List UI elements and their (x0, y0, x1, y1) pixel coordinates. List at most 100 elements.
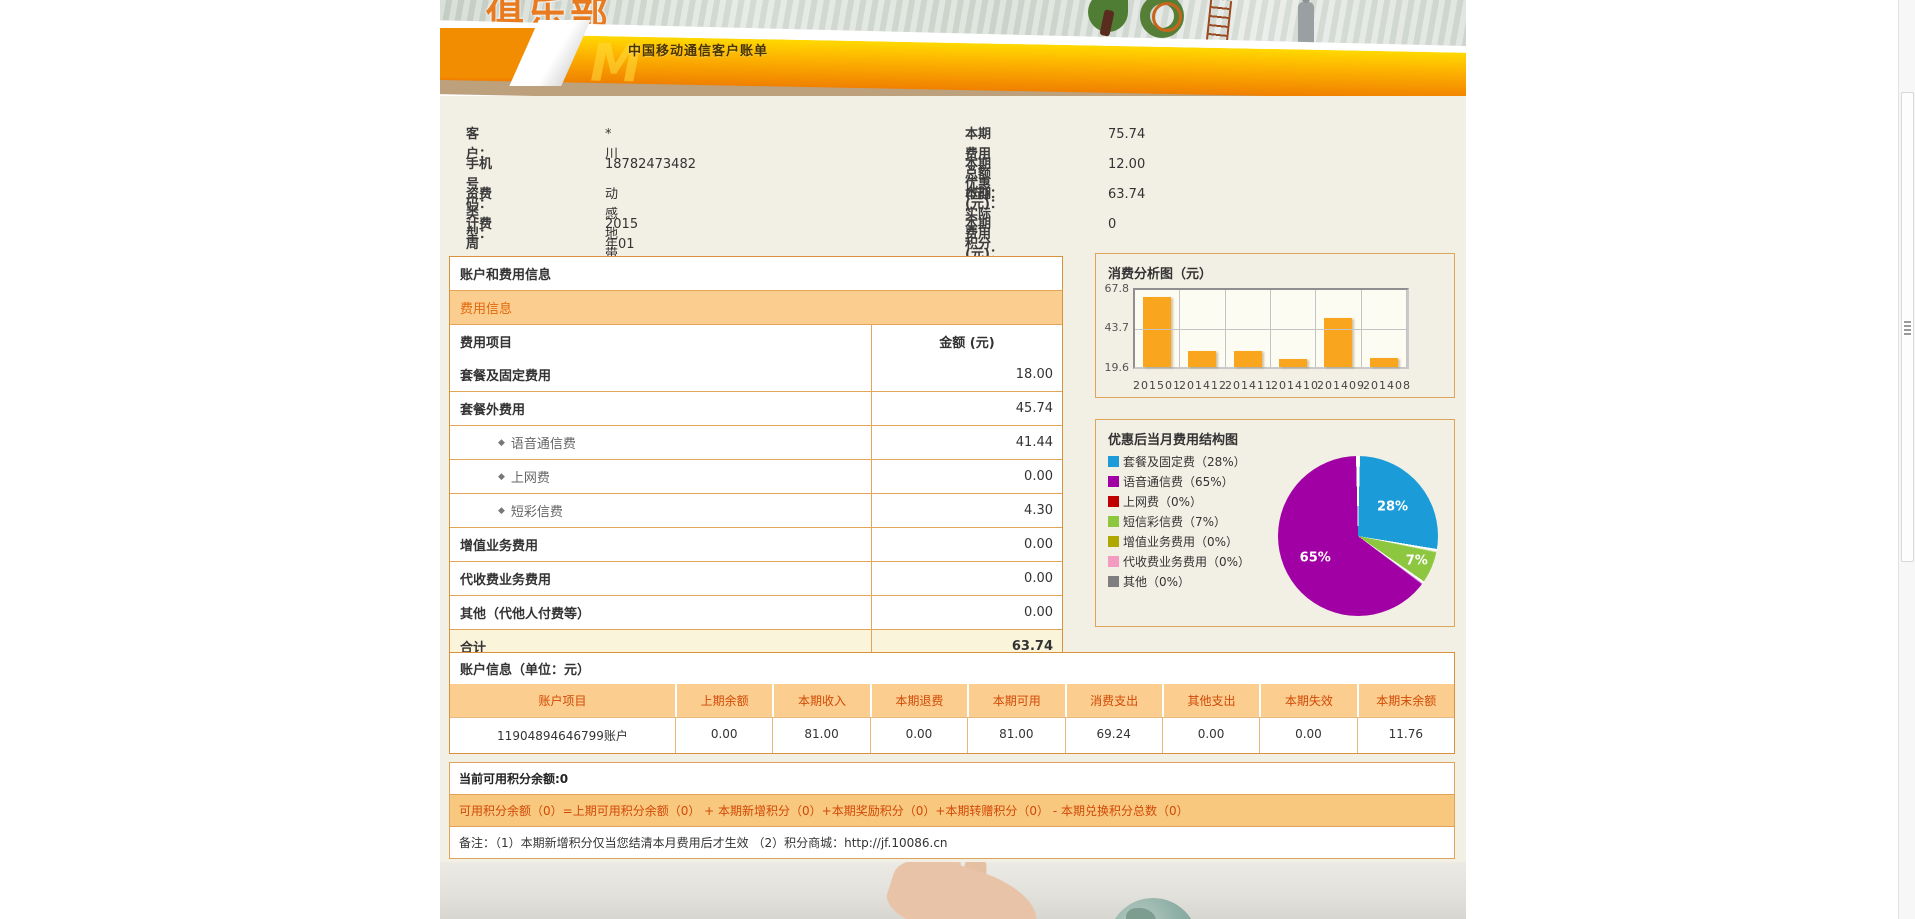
account-cell: 0.00 (1162, 718, 1259, 753)
account-col-header: 本期退费 (870, 684, 967, 717)
bill-content: 俱乐部 M 中国移动通信客户账单 客 户： *川 本期费用总额(元)： 75.7… (440, 0, 1466, 919)
fee-section-header: 账户和费用信息 (450, 257, 1062, 290)
account-cell: 81.00 (967, 718, 1064, 753)
gridline (1135, 329, 1407, 330)
x-axis-tick-label: 201412 (1179, 379, 1225, 392)
account-col-header: 其他支出 (1162, 684, 1259, 717)
legend-item: 代收费业务费用（0%） (1108, 552, 1250, 571)
legend-label: 语音通信费（65%） (1123, 473, 1234, 490)
pie-slice-label: 7% (1406, 554, 1428, 569)
x-axis-tick-label: 201409 (1317, 379, 1363, 392)
legend-swatch-icon (1108, 536, 1119, 547)
legend-item: 语音通信费（65%） (1108, 472, 1250, 491)
pie-slice-label: 65% (1300, 550, 1331, 565)
points-formula-line: 可用积分余额（0）=上期可用积分余额（0） + 本期新增积分（0）+本期奖励积分… (450, 794, 1454, 827)
points-value: 0 (1108, 215, 1116, 235)
fee-item-amount: 0.00 (871, 596, 1062, 629)
fee-row: ◆ 短彩信费 4.30 (450, 493, 1062, 527)
pie-slice-label: 28% (1377, 500, 1408, 515)
account-cell: 0.00 (675, 718, 772, 753)
bar-chart-title: 消费分析图（元） (1108, 263, 1212, 282)
fee-rows: 套餐及固定费用18.00套餐外费用45.74◆语音通信费41.44◆上网费0.0… (450, 358, 1062, 629)
account-col-header: 本期收入 (772, 684, 869, 717)
fee-item-amount: 41.44 (871, 426, 1062, 459)
fee-structure-panel: 优惠后当月费用结构图 套餐及固定费（28%） 语音通信费（65%） 上网费（0%） 短… (1095, 419, 1455, 627)
fee-item-text: 上网费 (511, 467, 550, 486)
account-cell: 81.00 (772, 718, 869, 753)
scrollbar-thumb[interactable] (1901, 92, 1914, 562)
phone-value: 18782473482 (605, 155, 696, 175)
fee-item-name: 套餐外费用 (450, 392, 871, 425)
fee-row: 增值业务费用0.00 (450, 527, 1062, 561)
legend-item: 其他（0%） (1108, 572, 1250, 591)
diamond-bullet-icon: ◆ (498, 472, 505, 482)
legend-swatch-icon (1108, 516, 1119, 527)
account-col-header: 上期余额 (675, 684, 772, 717)
fee-subsection-title: 费用信息 (450, 291, 522, 324)
fee-item-col-header: 费用项目 (450, 325, 871, 358)
hand-shape (881, 862, 1045, 919)
scrollbar-grip-icon (1904, 321, 1911, 337)
bill-page: 俱乐部 M 中国移动通信客户账单 客 户： *川 本期费用总额(元)： 75.7… (0, 0, 1915, 919)
vertical-scrollbar[interactable] (1898, 0, 1915, 919)
fee-section-title: 账户和费用信息 (450, 257, 561, 290)
consumption-chart-panel: 消费分析图（元） 67.843.719.62015012014122014112… (1095, 253, 1455, 398)
points-remark-line: 备注：（1）本期新增积分仅当您结清本月费用后才生效 （2）积分商城：http:/… (450, 827, 1454, 858)
x-axis-tick-label: 201411 (1225, 379, 1271, 392)
account-cell: 0.00 (870, 718, 967, 753)
fee-item-amount: 4.30 (871, 494, 1062, 527)
account-col-header: 消费支出 (1065, 684, 1162, 717)
account-col-header: 本期可用 (967, 684, 1064, 717)
x-axis-tick-label: 201501 (1133, 379, 1179, 392)
legend-label: 上网费（0%） (1123, 493, 1202, 510)
customer-info-section: 客 户： *川 本期费用总额(元)： 75.74 手机号码： 187824734… (440, 118, 1466, 250)
bar (1188, 351, 1216, 367)
legend-item: 套餐及固定费（28%） (1108, 452, 1250, 471)
account-cell: 11.76 (1357, 718, 1454, 753)
fee-item-amount: 45.74 (871, 392, 1062, 425)
fee-item-name: ◆ 短彩信费 (450, 494, 871, 527)
person-figure-right (1298, 2, 1314, 44)
legend-label: 代收费业务费用（0%） (1123, 553, 1250, 570)
fee-item-amount: 0.00 (871, 528, 1062, 561)
account-table-body: 11904894646799账户0.0081.000.0081.0069.240… (450, 717, 1454, 753)
globe-shape (1108, 898, 1198, 919)
fee-row: 套餐外费用45.74 (450, 391, 1062, 425)
bar (1279, 359, 1307, 367)
pie-chart-title: 优惠后当月费用结构图 (1108, 429, 1238, 448)
diamond-bullet-icon: ◆ (498, 506, 505, 516)
account-table-title: 账户信息（单位：元） (450, 653, 1454, 684)
fee-item-name: 代收费业务费用 (450, 562, 871, 595)
actual-fee-value: 63.74 (1108, 185, 1145, 205)
bar (1324, 318, 1352, 367)
y-axis-tick-label: 19.6 (1097, 361, 1129, 374)
legend-item: 上网费（0%） (1108, 492, 1250, 511)
pie-chart: 28% 7% 65% (1278, 456, 1438, 616)
legend-swatch-icon (1108, 496, 1119, 507)
bar (1143, 297, 1171, 367)
fee-row: ◆ 上网费 0.00 (450, 459, 1062, 493)
points-balance-line: 当前可用积分余额:0 (450, 763, 1454, 794)
points-section: 当前可用积分余额:0 可用积分余额（0）=上期可用积分余额（0） + 本期新增积… (449, 762, 1455, 859)
x-axis-tick-label: 201410 (1271, 379, 1317, 392)
fee-row: ◆语音通信费41.44 (450, 425, 1062, 459)
fee-item-text: 短彩信费 (511, 501, 563, 520)
fee-item-text: 语音通信费 (511, 433, 576, 452)
fee-item-amount: 0.00 (871, 562, 1062, 595)
fee-item-amount: 0.00 (871, 460, 1062, 493)
account-col-header: 本期末余额 (1357, 684, 1454, 717)
fee-item-name: 套餐及固定费用 (450, 358, 871, 391)
legend-label: 其他（0%） (1123, 573, 1190, 590)
legend-item: 短信彩信费（7%） (1108, 512, 1250, 531)
account-col-header: 账户项目 (450, 684, 675, 717)
bar-chart-plot (1133, 288, 1409, 369)
fee-subsection-header: 费用信息 (450, 290, 1062, 324)
account-table-row: 11904894646799账户0.0081.000.0081.0069.240… (450, 717, 1454, 753)
footer-photo (440, 862, 1466, 919)
y-axis-tick-label: 43.7 (1097, 321, 1129, 334)
bar (1234, 351, 1262, 367)
ladder-shape (1206, 0, 1232, 43)
legend-swatch-icon (1108, 556, 1119, 567)
legend-item: 增值业务费用（0%） (1108, 532, 1250, 551)
total-fee-value: 75.74 (1108, 125, 1145, 145)
